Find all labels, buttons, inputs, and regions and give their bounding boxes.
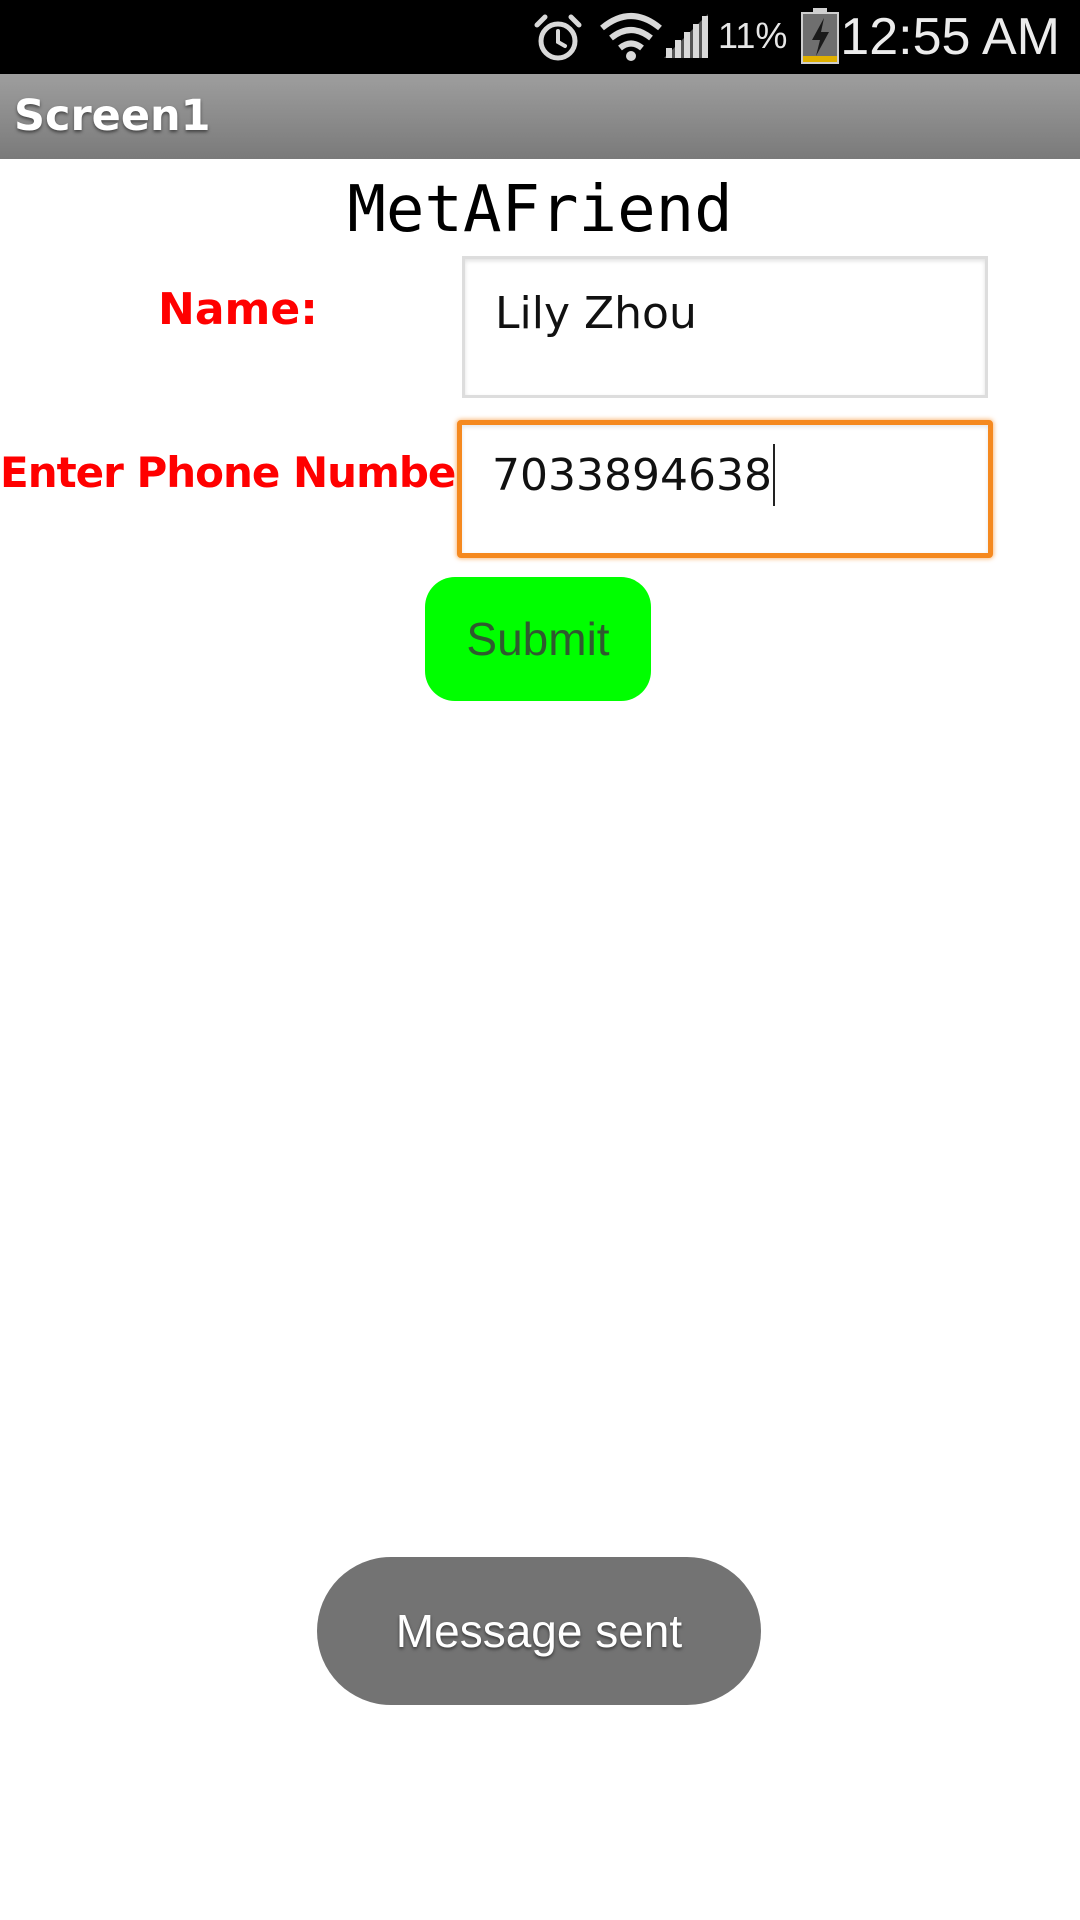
name-input[interactable]: Lily Zhou (462, 256, 988, 398)
name-input-value: Lily Zhou (495, 288, 697, 339)
toast-message: Message sent (395, 1605, 683, 1657)
phone-label: Enter Phone Number: (0, 448, 492, 497)
battery-percent: 11% (718, 15, 788, 56)
phone-input-value: 7033894638 (492, 444, 775, 509)
submit-button[interactable]: Submit (425, 577, 651, 701)
name-label: Name: (158, 284, 318, 335)
alarm-icon (534, 14, 582, 61)
toast: Message sent (317, 1557, 761, 1705)
clock-time: 12:55 AM (840, 8, 1060, 66)
cell-signal-icon (664, 14, 708, 58)
screen-title: Screen1 (14, 91, 211, 141)
app-heading: MetAFriend (347, 173, 733, 247)
status-bar: 11% 12:55 AM (0, 0, 1080, 74)
phone-input-text: 7033894638 (492, 450, 772, 501)
battery-charging-icon (801, 8, 839, 64)
title-bar: Screen1 (0, 74, 1080, 159)
text-cursor (772, 444, 775, 506)
wifi-icon (600, 13, 662, 61)
phone-input[interactable]: 7033894638 (457, 420, 993, 558)
